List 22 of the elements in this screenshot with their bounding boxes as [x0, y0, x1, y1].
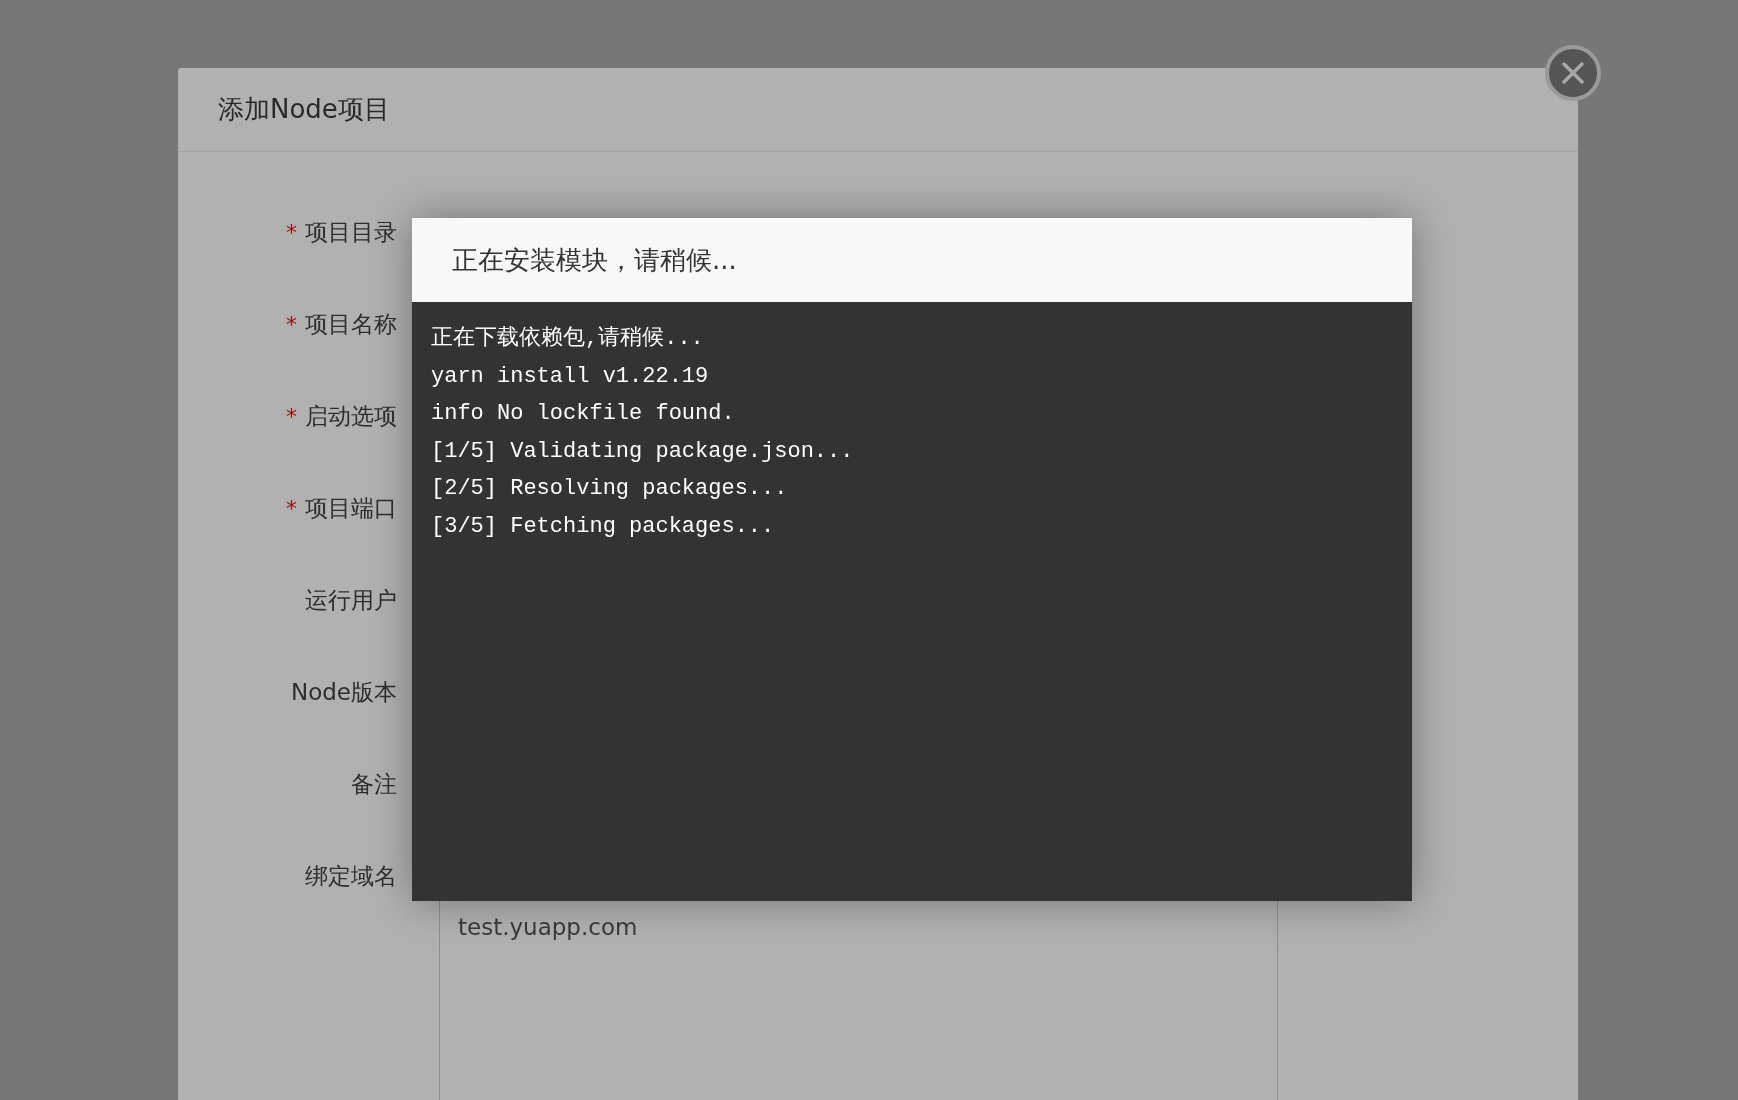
- log-line: info No lockfile found.: [431, 400, 736, 428]
- log-line: 正在下载依赖包,请稍候...: [431, 325, 705, 353]
- log-line: [1/5] Validating package.json...: [431, 437, 855, 466]
- required-mark: *: [286, 402, 297, 431]
- field-label: 运行用户: [305, 585, 397, 615]
- field-label: 启动选项: [305, 401, 397, 431]
- log-line: [2/5] Resolving packages...: [431, 475, 789, 503]
- field-label: 项目目录: [305, 217, 397, 247]
- field-label: Node版本: [290, 677, 397, 707]
- field-label: 绑定域名: [305, 861, 397, 891]
- field-label: 项目名称: [305, 309, 397, 339]
- close-icon: [1560, 60, 1586, 86]
- dialog-title: 正在安装模块，请稍候...: [452, 243, 737, 277]
- field-label: 备注: [351, 769, 397, 799]
- log-line: yarn install v1.22.19: [431, 362, 710, 391]
- log-line: [3/5] Fetching packages...: [431, 512, 776, 541]
- field-label: 项目端口: [305, 493, 397, 523]
- close-button[interactable]: [1545, 45, 1601, 101]
- required-mark: *: [286, 494, 297, 523]
- required-mark: *: [286, 310, 297, 339]
- modal-title: 添加Node项目: [218, 93, 390, 126]
- required-mark: *: [286, 218, 297, 247]
